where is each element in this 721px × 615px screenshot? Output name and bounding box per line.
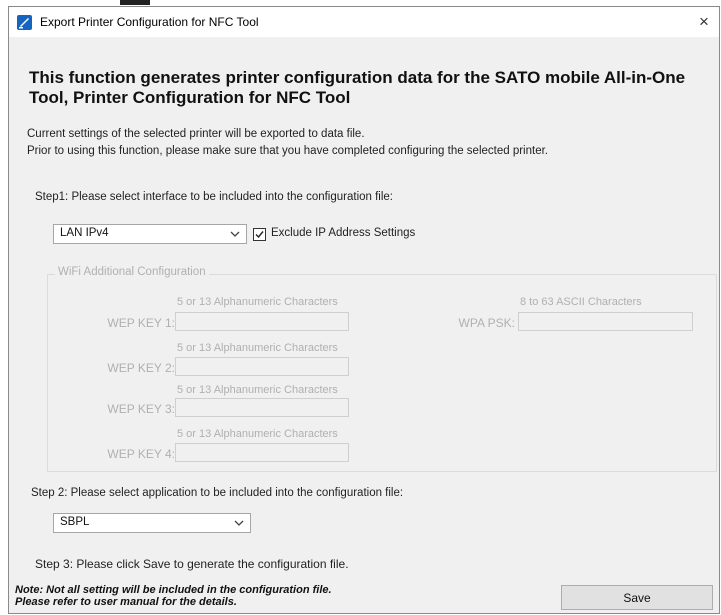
wep-key-3-hint: 5 or 13 Alphanumeric Characters [177, 384, 338, 396]
wpa-psk-label: WPA PSK: [458, 316, 515, 330]
exclude-ip-checkbox[interactable] [253, 228, 266, 241]
interface-select[interactable]: LAN IPv4 [53, 224, 247, 244]
wep-key-4-input[interactable] [175, 443, 349, 462]
application-select-value: SBPL [60, 516, 90, 528]
wep-key-1-hint: 5 or 13 Alphanumeric Characters [177, 296, 338, 308]
title-bar: Export Printer Configuration for NFC Too… [9, 7, 719, 37]
wep-key-1-label: WEP KEY 1: [107, 316, 175, 330]
chevron-down-icon [230, 226, 240, 247]
wep-key-4-label: WEP KEY 4: [107, 447, 175, 461]
description-line-1: Current settings of the selected printer… [27, 128, 365, 140]
wep-key-3-label: WEP KEY 3: [107, 402, 175, 416]
wifi-group-title: WiFi Additional Configuration [55, 266, 209, 278]
wpa-psk-hint: 8 to 63 ASCII Characters [520, 296, 642, 308]
wep-key-3-input[interactable] [175, 398, 349, 417]
application-select[interactable]: SBPL [53, 513, 251, 533]
printer-app-icon [17, 15, 32, 30]
wep-key-2-hint: 5 or 13 Alphanumeric Characters [177, 342, 338, 354]
checkmark-icon [255, 231, 264, 239]
step2-label: Step 2: Please select application to be … [31, 487, 404, 499]
wep-key-2-input[interactable] [175, 357, 349, 376]
note-line-2: Please refer to user manual for the deta… [15, 596, 237, 608]
interface-select-value: LAN IPv4 [60, 227, 109, 239]
save-button[interactable]: Save [561, 585, 713, 610]
window-title: Export Printer Configuration for NFC Too… [40, 15, 259, 29]
chevron-down-icon [234, 515, 244, 536]
step1-label: Step1: Please select interface to be inc… [35, 191, 394, 203]
page-heading: This function generates printer configur… [29, 68, 686, 107]
description-line-2: Prior to using this function, please mak… [27, 145, 548, 157]
export-dialog: Export Printer Configuration for NFC Too… [8, 6, 720, 614]
wep-key-2-label: WEP KEY 2: [107, 361, 175, 375]
wpa-psk-input[interactable] [518, 312, 693, 331]
wep-key-1-input[interactable] [175, 312, 349, 331]
close-icon[interactable]: × [689, 7, 719, 37]
step3-label: Step 3: Please click Save to generate th… [35, 557, 349, 571]
wep-key-4-hint: 5 or 13 Alphanumeric Characters [177, 428, 338, 440]
note-line-1: Note: Not all setting will be included i… [15, 584, 332, 596]
exclude-ip-label[interactable]: Exclude IP Address Settings [271, 227, 415, 239]
